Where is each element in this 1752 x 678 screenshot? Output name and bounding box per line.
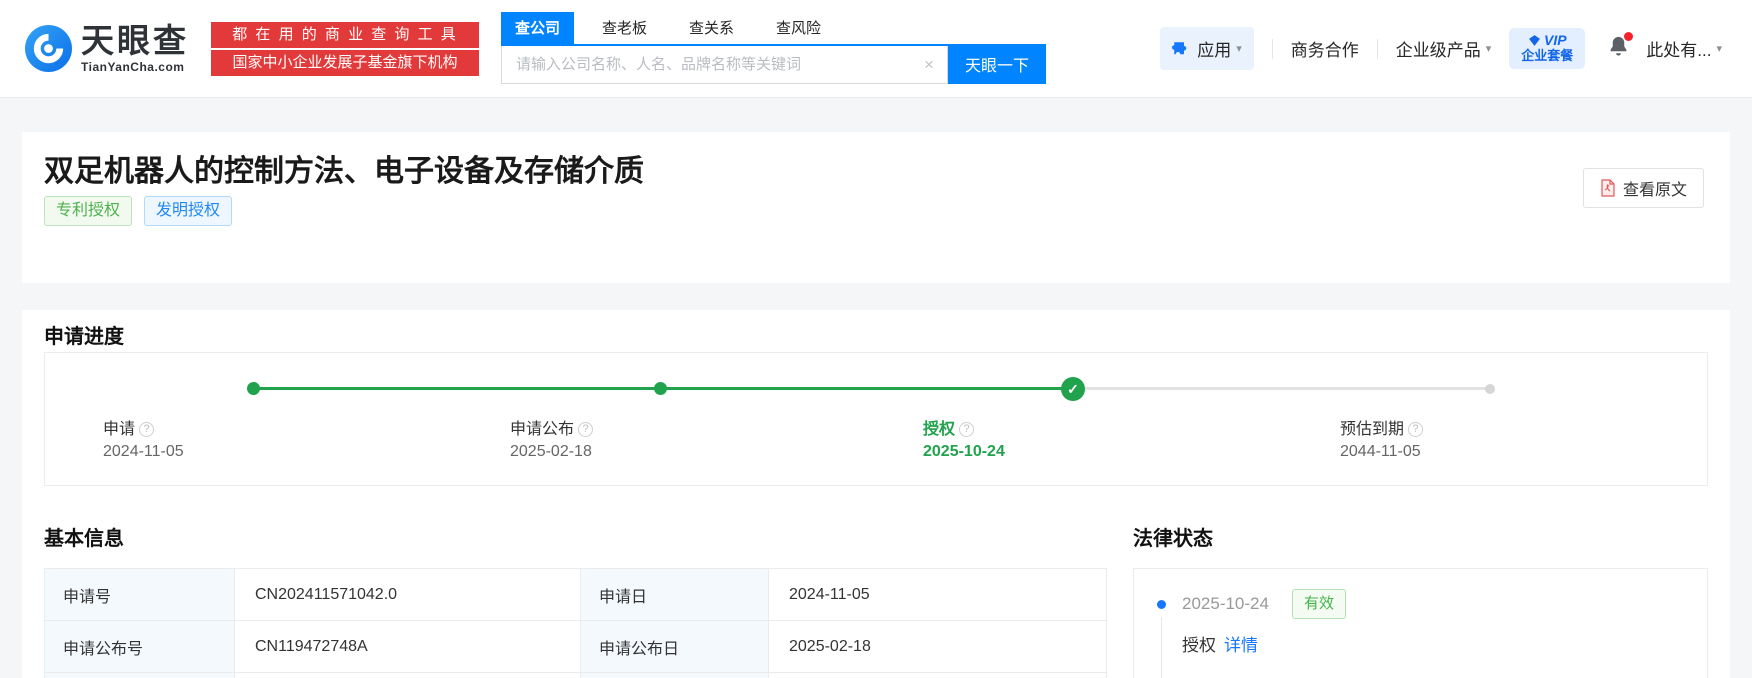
cell-application-no-label: 申请号 (45, 569, 235, 620)
timeline-segment-future (1073, 387, 1490, 390)
tag-patent-grant: 专利授权 (44, 196, 132, 226)
cell-application-no-value: CN202411571042.0 (235, 569, 581, 620)
timeline-node-granted-check-icon: ✓ (1061, 377, 1085, 401)
divider (1377, 39, 1378, 59)
divider (1272, 39, 1273, 59)
cell-publication-no-value: CN119472748A (235, 621, 581, 672)
notifications-button[interactable] (1607, 35, 1630, 63)
step-filed-date: 2024-11-05 (103, 443, 403, 461)
search-area: 查公司 查老板 查关系 查风险 × 天眼一下 (501, 12, 1046, 86)
user-menu-label: 此处有... (1646, 36, 1711, 61)
clear-icon[interactable]: × (919, 55, 939, 75)
cell-publication-no-label: 申请公布号 (45, 621, 235, 672)
patent-title-card: 双足机器人的控制方法、电子设备及存储介质 专利授权 发明授权 查看原文 (22, 132, 1730, 283)
legal-detail-link[interactable]: 详情 (1224, 636, 1258, 655)
chevron-down-icon: ▾ (1236, 42, 1242, 55)
search-input[interactable] (501, 46, 948, 84)
table-row: 申请公布号 CN119472748A 申请公布日 2025-02-18 (45, 621, 1106, 673)
promo-banner: 都 在 用 的 商 业 查 询 工 具 国家中小企业发展子基金旗下机构 (211, 22, 479, 76)
tianyancha-logo-icon (25, 25, 72, 72)
table-row (45, 673, 1106, 678)
step-expiry-label: 预估到期 (1340, 421, 1404, 438)
step-published-label: 申请公布 (510, 421, 574, 438)
help-icon[interactable]: ? (959, 422, 974, 437)
step-filed-label: 申请 (103, 421, 135, 438)
help-icon[interactable]: ? (139, 422, 154, 437)
search-tab-relation[interactable]: 查关系 (675, 12, 748, 44)
chevron-down-icon: ▾ (1486, 42, 1492, 55)
top-header: 天眼查 TianYanCha.com 都 在 用 的 商 业 查 询 工 具 国… (0, 0, 1752, 98)
legal-status-date: 2025-10-24 (1182, 594, 1269, 614)
search-tab-risk[interactable]: 查风险 (762, 12, 835, 44)
help-icon[interactable]: ? (1408, 422, 1423, 437)
cell-publication-date-value: 2025-02-18 (769, 621, 1108, 672)
patent-detail-card: 申请进度 ✓ 申请? 2024-11-05 申请公布? 2025-02-18 授… (22, 310, 1730, 678)
search-tab-boss[interactable]: 查老板 (588, 12, 661, 44)
apps-label: 应用 (1197, 36, 1231, 61)
brand-domain: TianYanCha.com (81, 60, 189, 74)
timeline-node-filed (247, 382, 260, 395)
legal-status-badge: 有效 (1292, 589, 1346, 619)
chevron-down-icon: ▾ (1716, 42, 1722, 55)
notification-badge (1624, 32, 1633, 41)
step-granted-label: 授权 (923, 421, 955, 438)
page-title: 双足机器人的控制方法、电子设备及存储介质 (44, 146, 644, 190)
timeline-node-published (654, 382, 667, 395)
timeline-node-expiry (1485, 384, 1495, 394)
section-progress-heading: 申请进度 (44, 320, 124, 349)
step-expiry-date: 2044-11-05 (1340, 443, 1640, 461)
vip-diamond-icon (1528, 34, 1541, 47)
step-published-date: 2025-02-18 (510, 443, 810, 461)
tag-invention-grant: 发明授权 (144, 196, 232, 226)
cell-application-date-value: 2024-11-05 (769, 569, 1108, 620)
cell-publication-date-label: 申请公布日 (581, 621, 769, 672)
tianyancha-logo[interactable]: 天眼查 TianYanCha.com (25, 24, 189, 74)
apps-menu[interactable]: 应用 ▾ (1160, 27, 1254, 70)
timeline-dot-icon (1157, 600, 1166, 609)
legal-event-label: 授权 (1182, 636, 1216, 655)
help-icon[interactable]: ? (578, 422, 593, 437)
pdf-icon (1600, 179, 1616, 197)
basic-info-table: 申请号 CN202411571042.0 申请日 2024-11-05 申请公布… (44, 568, 1107, 678)
step-granted-date: 2025-10-24 (923, 443, 1223, 461)
table-row: 申请号 CN202411571042.0 申请日 2024-11-05 (45, 569, 1106, 621)
search-tab-company[interactable]: 查公司 (501, 12, 574, 44)
vip-package-button[interactable]: VIP 企业套餐 (1509, 28, 1585, 69)
promo-banner-line2: 国家中小企业发展子基金旗下机构 (211, 50, 479, 76)
search-tabs: 查公司 查老板 查关系 查风险 (501, 12, 948, 46)
nav-enterprise-products[interactable]: 企业级产品 ▾ (1396, 36, 1492, 61)
section-legal-status-heading: 法律状态 (1133, 522, 1213, 551)
search-button[interactable]: 天眼一下 (948, 44, 1046, 84)
application-progress-timeline: ✓ 申请? 2024-11-05 申请公布? 2025-02-18 授权? 20… (44, 352, 1708, 486)
timeline-connector (1161, 617, 1162, 678)
legal-status-panel: 2025-10-24 有效 授权详情 (1133, 568, 1708, 678)
vip-sub-label: 企业套餐 (1521, 48, 1573, 64)
vip-label: VIP (1544, 33, 1567, 48)
view-original-button[interactable]: 查看原文 (1583, 168, 1704, 208)
puzzle-icon (1172, 40, 1190, 58)
cell-application-date-label: 申请日 (581, 569, 769, 620)
brand-name: 天眼查 (81, 24, 189, 57)
promo-banner-line1: 都 在 用 的 商 业 查 询 工 具 (211, 22, 479, 48)
nav-biz-cooperation[interactable]: 商务合作 (1291, 36, 1359, 61)
user-menu[interactable]: 此处有... ▾ (1646, 36, 1722, 61)
section-basic-info-heading: 基本信息 (44, 522, 124, 551)
header-nav: 应用 ▾ 商务合作 企业级产品 ▾ VIP 企业套餐 (1160, 27, 1722, 70)
